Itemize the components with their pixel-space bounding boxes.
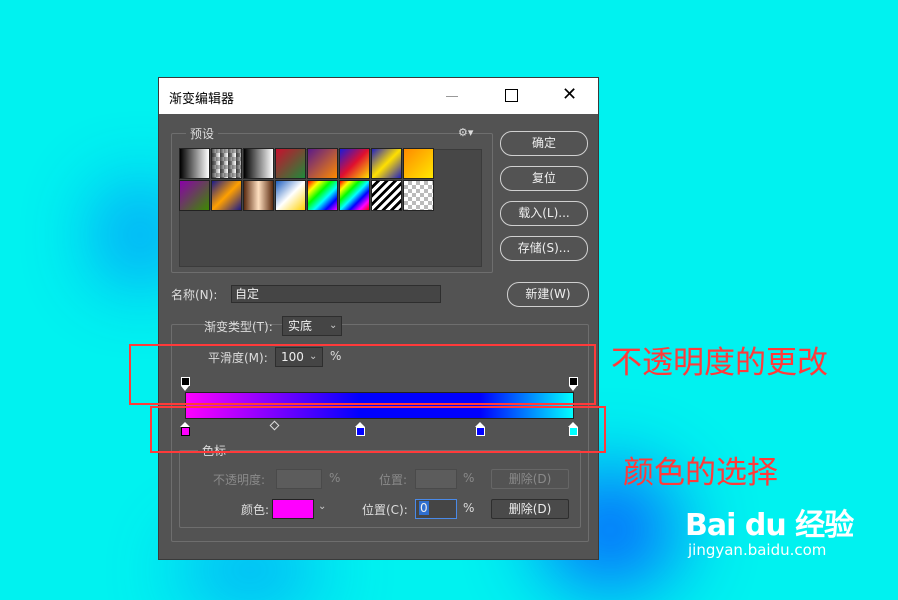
preset-swatch[interactable] xyxy=(179,180,210,211)
new-button[interactable]: 新建(W) xyxy=(507,282,589,307)
preset-swatch[interactable] xyxy=(339,148,370,179)
opacity-location-input xyxy=(415,469,457,489)
color-location-value: 0 xyxy=(419,501,429,515)
color-label: 颜色: xyxy=(241,503,270,517)
close-icon: ✕ xyxy=(562,84,578,105)
color-annotation: 颜色的选择 xyxy=(623,455,778,491)
load-button[interactable]: 载入(L)... xyxy=(500,201,588,226)
preset-swatch[interactable] xyxy=(371,180,402,211)
minimize-icon xyxy=(446,96,458,97)
preset-swatch[interactable] xyxy=(243,148,274,179)
gradient-type-label: 渐变类型(T): xyxy=(204,320,273,334)
opacity-annotation: 不透明度的更改 xyxy=(611,345,828,381)
opacity-highlight-box xyxy=(129,344,596,405)
watermark-site: jingyan.baidu.com xyxy=(688,541,827,559)
opacity-location-unit: % xyxy=(463,471,475,485)
maximize-button[interactable] xyxy=(489,78,535,114)
name-input[interactable]: 自定 xyxy=(231,285,441,303)
preset-swatch[interactable] xyxy=(179,148,210,179)
chevron-down-icon[interactable]: ⌄ xyxy=(318,501,326,512)
preset-swatch[interactable] xyxy=(243,180,274,211)
preset-swatch[interactable] xyxy=(211,148,242,179)
ok-button[interactable]: 确定 xyxy=(500,131,588,156)
name-label: 名称(N): xyxy=(171,288,218,302)
preset-swatch[interactable] xyxy=(275,180,306,211)
color-delete-button[interactable]: 删除(D) xyxy=(491,499,569,519)
gradient-type-select[interactable]: 实底 ⌄ xyxy=(282,316,342,336)
opacity-label: 不透明度: xyxy=(213,473,266,487)
reset-button[interactable]: 复位 xyxy=(500,166,588,191)
maximize-icon xyxy=(505,89,518,102)
color-location-label: 位置(C): xyxy=(362,503,408,517)
minimize-button[interactable] xyxy=(429,78,475,114)
preset-swatch[interactable] xyxy=(403,148,434,179)
title-bar[interactable]: 渐变编辑器 ✕ xyxy=(159,78,598,114)
color-location-unit: % xyxy=(463,501,475,515)
preset-swatch[interactable] xyxy=(371,148,402,179)
preset-swatch[interactable] xyxy=(307,180,338,211)
color-highlight-box xyxy=(150,406,606,453)
preset-swatch[interactable] xyxy=(211,180,242,211)
presets-legend: 预设 xyxy=(186,125,219,142)
preset-swatch[interactable] xyxy=(275,148,306,179)
opacity-input xyxy=(276,469,322,489)
color-swatch[interactable] xyxy=(272,499,314,519)
close-button[interactable]: ✕ xyxy=(547,78,593,114)
opacity-delete-button: 删除(D) xyxy=(491,469,569,489)
chevron-down-icon: ⌄ xyxy=(329,320,338,331)
gradient-editor-dialog: 渐变编辑器 ✕ 预设 ⚙▾ 确定 复位 载入(L)... 存储(S)... 名称… xyxy=(158,77,599,560)
gear-icon[interactable]: ⚙▾ xyxy=(458,126,473,139)
gradient-type-value: 实底 xyxy=(288,319,313,333)
preset-swatch[interactable] xyxy=(403,180,434,211)
preset-swatch[interactable] xyxy=(307,148,338,179)
opacity-unit: % xyxy=(329,471,341,485)
opacity-location-label: 位置: xyxy=(379,473,408,487)
color-location-input[interactable]: 0 xyxy=(415,499,457,519)
save-button[interactable]: 存储(S)... xyxy=(500,236,588,261)
preset-swatch[interactable] xyxy=(339,180,370,211)
watermark-brand: Bai du 经验 xyxy=(685,508,854,543)
window-title: 渐变编辑器 xyxy=(169,92,235,107)
